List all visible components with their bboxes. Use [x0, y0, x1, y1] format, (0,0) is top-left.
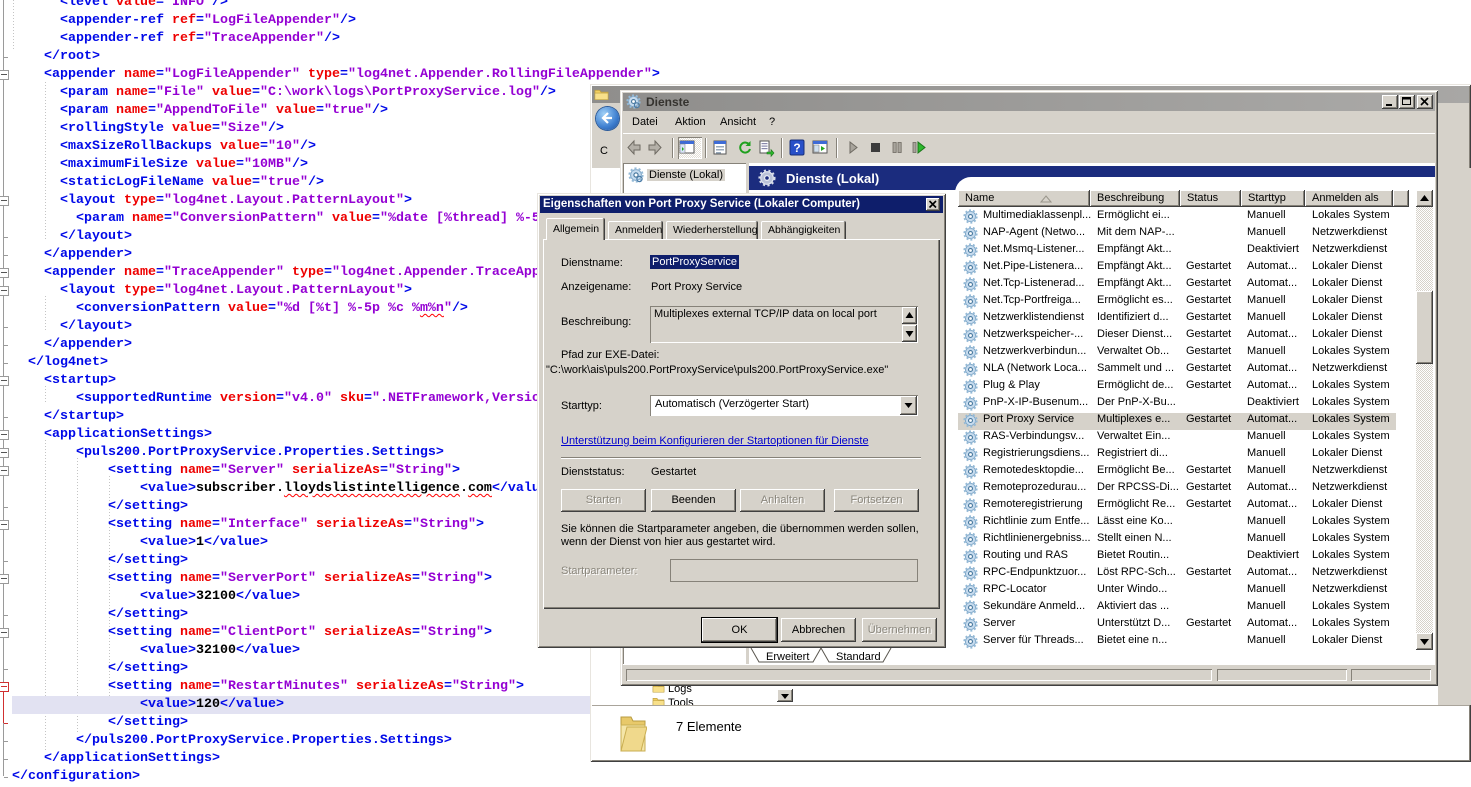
svg-text:?: ? [793, 141, 800, 155]
svg-text:Erweitert: Erweitert [766, 651, 809, 663]
svg-text:Standard: Standard [836, 651, 881, 663]
